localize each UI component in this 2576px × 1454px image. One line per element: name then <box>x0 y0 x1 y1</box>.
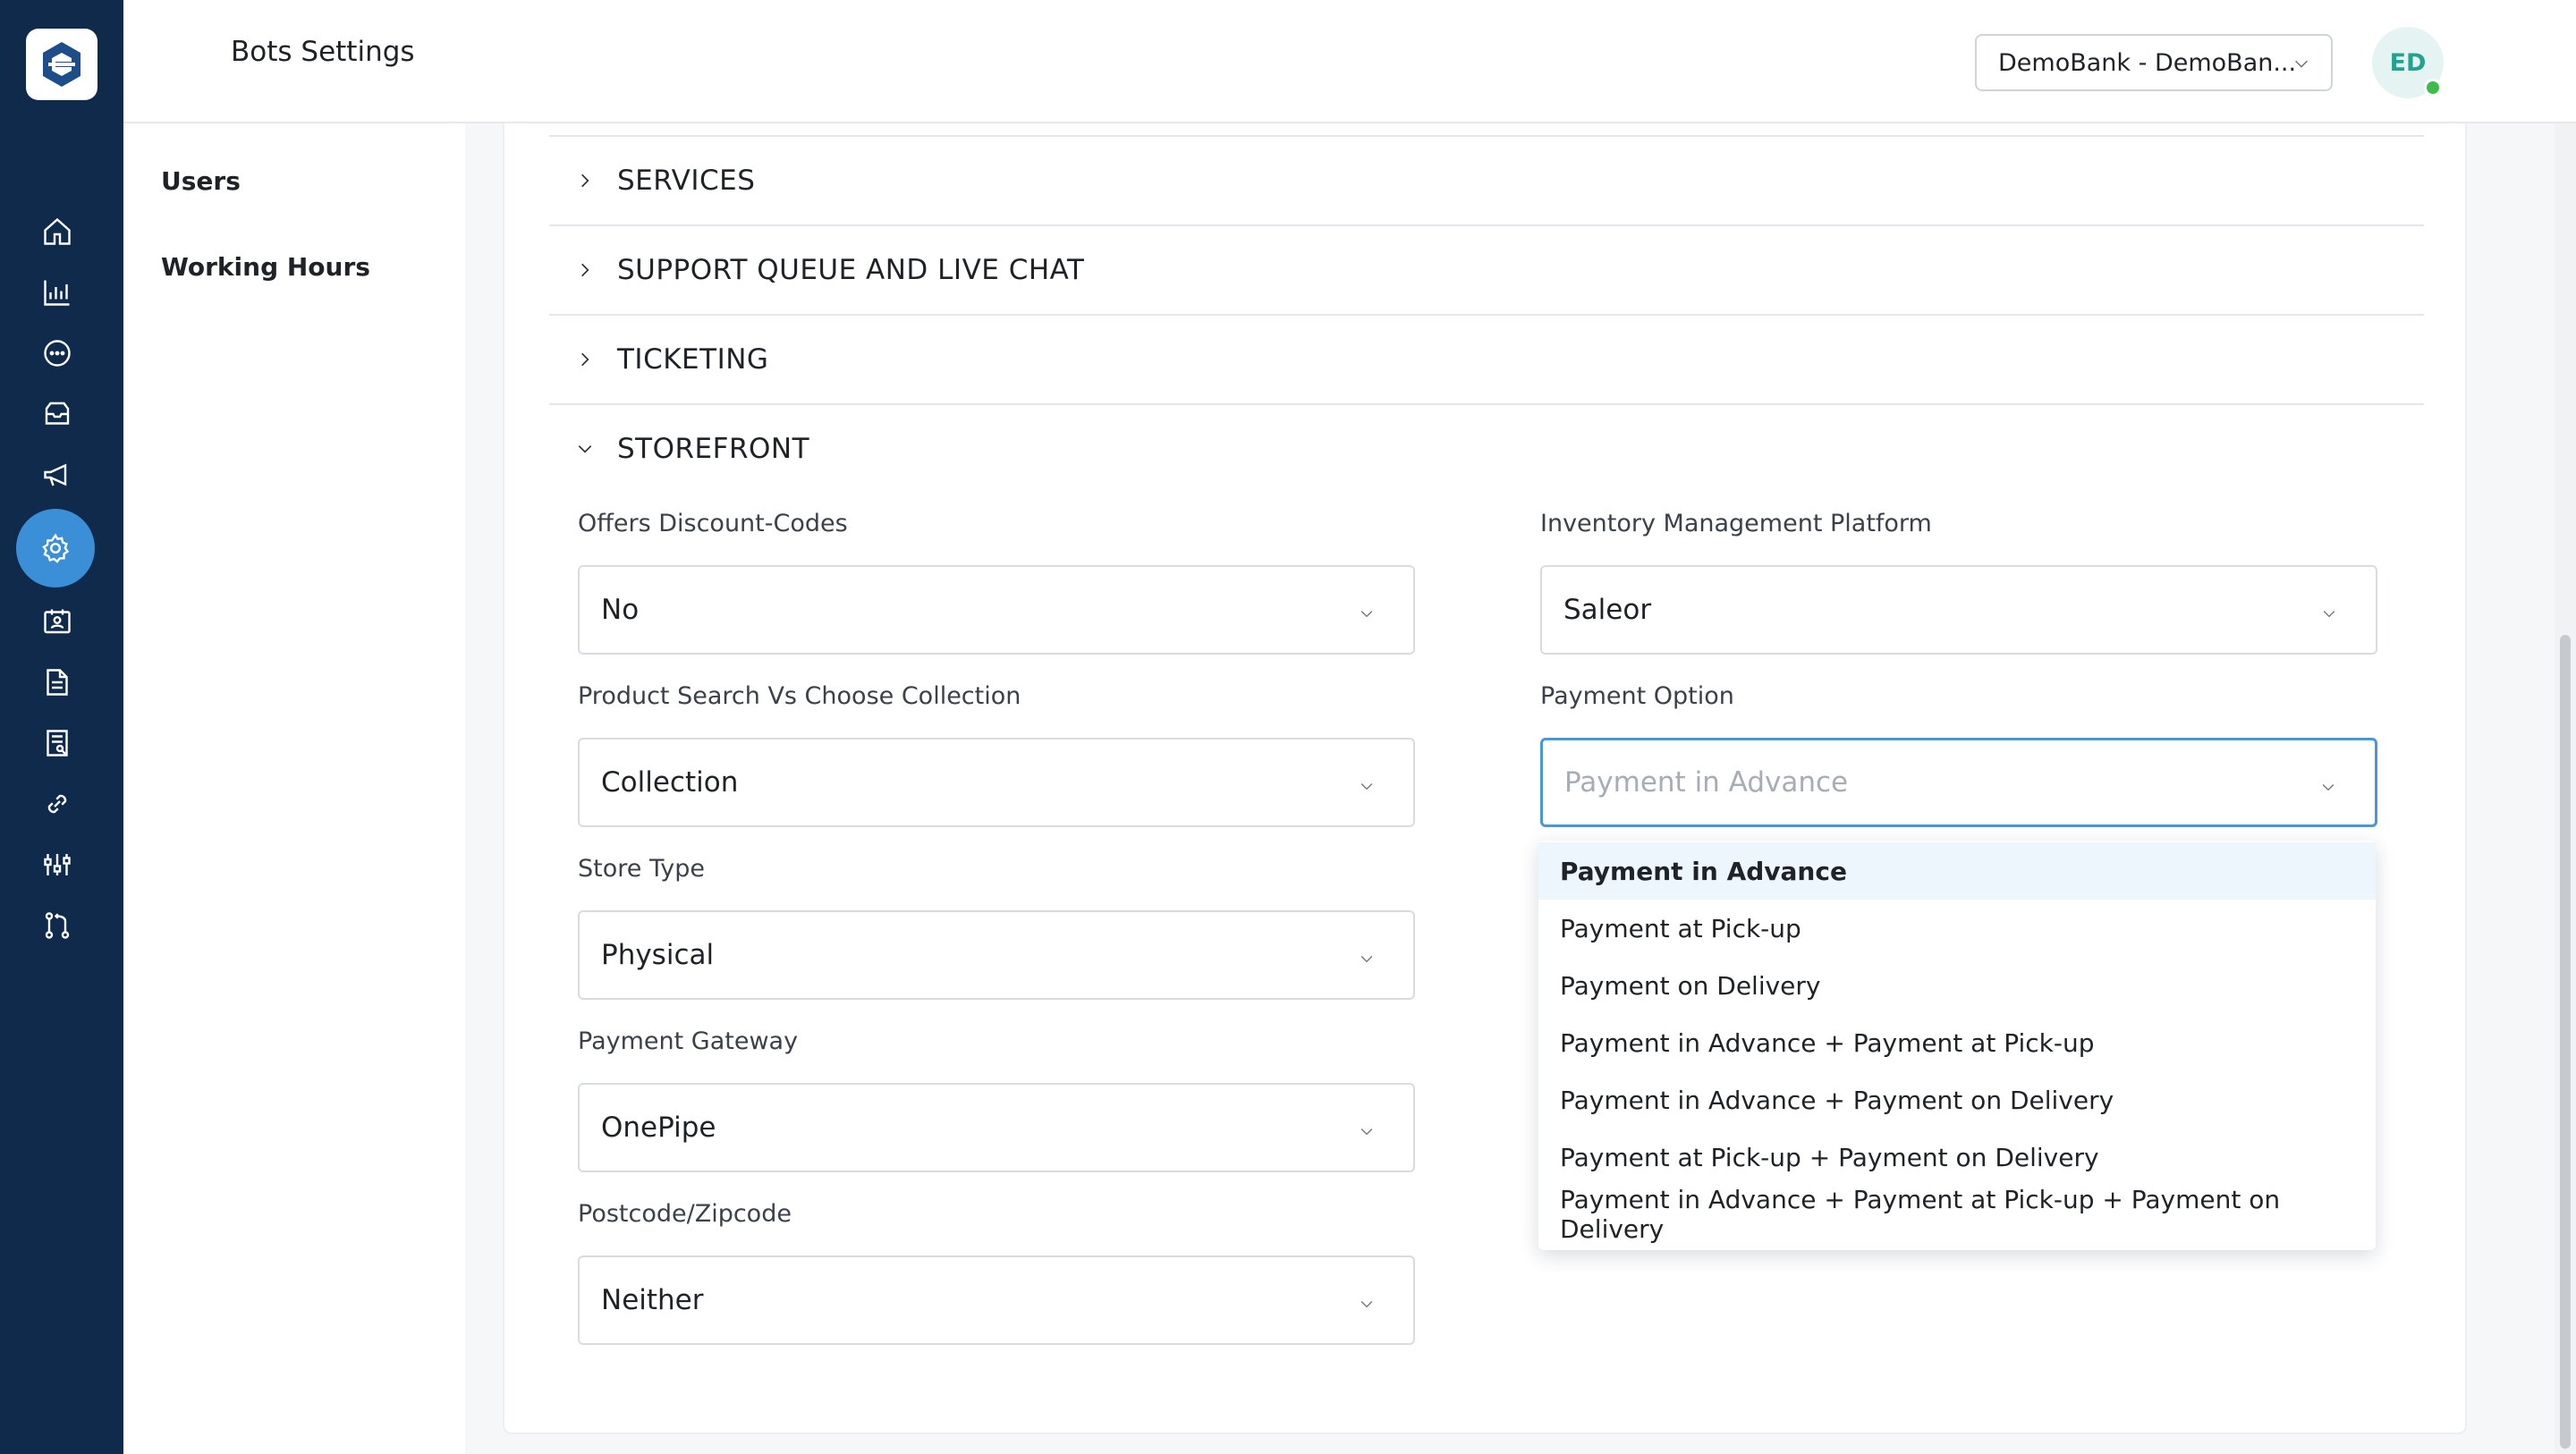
payment-option-item[interactable]: Payment in Advance + Payment at Pick-up … <box>1538 1185 2376 1244</box>
store-type-value: Physical <box>601 939 715 971</box>
section-support-queue[interactable]: SUPPORT QUEUE AND LIVE CHAT <box>549 224 2424 314</box>
chevron-right-icon <box>581 263 589 277</box>
payment-gateway-value: OnePipe <box>601 1112 716 1144</box>
nav-flows[interactable] <box>33 901 81 950</box>
nav-inbox[interactable] <box>33 390 81 438</box>
nav-controls[interactable] <box>33 841 81 889</box>
offers-discount-select[interactable]: No <box>578 565 1415 655</box>
avatar-initials: ED <box>2389 48 2427 77</box>
section-services[interactable]: SERVICES <box>549 135 2424 224</box>
chevron-down-icon <box>1360 611 1373 618</box>
section-ticketing-label: TICKETING <box>617 343 769 376</box>
organization-select[interactable]: DemoBank - DemoBan... <box>1975 34 2333 91</box>
top-header: Bots Settings DemoBank - DemoBan... ED <box>123 0 2576 123</box>
home-icon <box>44 217 71 245</box>
user-avatar[interactable]: ED <box>2372 27 2444 98</box>
payment-option-item[interactable]: Payment in Advance + Payment on Delivery <box>1538 1071 2376 1129</box>
section-storefront-label: STOREFRONT <box>617 433 810 465</box>
analytics-icon <box>44 280 70 306</box>
online-status-dot <box>2424 79 2442 97</box>
logo-icon <box>43 42 80 87</box>
sliders-icon <box>44 854 71 875</box>
app-logo[interactable] <box>26 29 97 100</box>
chat-icon <box>44 340 71 367</box>
link-icon <box>47 794 67 814</box>
payment-option-item[interactable]: Payment in Advance + Payment at Pick-up <box>1538 1014 2376 1071</box>
inventory-platform-label: Inventory Management Platform <box>1540 510 1932 537</box>
organization-select-value: DemoBank - DemoBan... <box>1998 48 2297 77</box>
settings-icon <box>42 533 70 563</box>
git-branch-icon <box>45 912 70 939</box>
inbox-icon <box>45 402 70 425</box>
product-search-value: Collection <box>601 766 739 799</box>
product-search-label: Product Search Vs Choose Collection <box>578 682 1021 710</box>
payment-option-menu: Payment in Advance Payment at Pick-up Pa… <box>1538 841 2376 1250</box>
sidebar-item-working-hours[interactable]: Working Hours <box>161 252 370 282</box>
product-search-select[interactable]: Collection <box>578 738 1415 827</box>
sidebar-item-users[interactable]: Users <box>161 166 241 196</box>
settings-sidebar: Users Working Hours <box>123 123 465 1454</box>
postcode-label: Postcode/Zipcode <box>578 1200 792 1228</box>
chevron-down-icon <box>2323 611 2335 618</box>
chevron-down-icon <box>1360 783 1373 790</box>
store-type-label: Store Type <box>578 855 705 883</box>
nav-integrations[interactable] <box>33 780 81 828</box>
payment-option-item[interactable]: Payment on Delivery <box>1538 957 2376 1014</box>
section-ticketing[interactable]: TICKETING <box>549 314 2424 403</box>
payment-option-item[interactable]: Payment in Advance <box>1538 842 2376 900</box>
megaphone-icon <box>44 463 67 486</box>
nav-reports[interactable] <box>33 719 81 767</box>
section-support-label: SUPPORT QUEUE AND LIVE CHAT <box>617 254 1085 286</box>
scrollbar-thumb[interactable] <box>2560 635 2571 1449</box>
chevron-down-icon <box>2295 60 2308 68</box>
contacts-icon <box>44 609 71 634</box>
payment-option-placeholder: Payment in Advance <box>1564 766 1849 799</box>
report-icon <box>47 730 68 757</box>
offers-discount-value: No <box>601 594 640 626</box>
store-type-select[interactable]: Physical <box>578 910 1415 1000</box>
nav-contacts[interactable] <box>33 597 81 646</box>
inventory-platform-value: Saleor <box>1563 594 1652 626</box>
chevron-down-icon <box>2322 784 2334 791</box>
payment-gateway-select[interactable]: OnePipe <box>578 1083 1415 1172</box>
payment-option-label: Payment Option <box>1540 682 1734 710</box>
chevron-right-icon <box>581 173 589 188</box>
nav-documents[interactable] <box>33 658 81 706</box>
nav-chat[interactable] <box>33 329 81 377</box>
section-storefront[interactable]: STOREFRONT <box>549 403 2424 493</box>
chevron-down-icon <box>1360 1129 1373 1136</box>
inventory-platform-select[interactable]: Saleor <box>1540 565 2377 655</box>
chevron-down-icon <box>578 445 592 453</box>
nav-settings[interactable] <box>16 509 95 588</box>
chevron-right-icon <box>581 352 589 367</box>
payment-option-item[interactable]: Payment at Pick-up <box>1538 900 2376 957</box>
offers-discount-label: Offers Discount-Codes <box>578 510 848 537</box>
payment-option-select[interactable]: Payment in Advance <box>1540 738 2377 827</box>
postcode-select[interactable]: Neither <box>578 1255 1415 1345</box>
section-services-label: SERVICES <box>617 165 756 197</box>
nav-analytics[interactable] <box>33 268 81 317</box>
chevron-down-icon <box>1360 1301 1373 1308</box>
chevron-down-icon <box>1360 956 1373 963</box>
nav-home[interactable] <box>33 207 81 256</box>
nav-campaigns[interactable] <box>33 451 81 499</box>
payment-gateway-label: Payment Gateway <box>578 1027 799 1055</box>
document-icon <box>47 669 68 696</box>
payment-option-item[interactable]: Payment at Pick-up + Payment on Delivery <box>1538 1129 2376 1186</box>
postcode-value: Neither <box>601 1284 704 1316</box>
nav-rail <box>0 0 123 1454</box>
page-title: Bots Settings <box>231 36 415 68</box>
